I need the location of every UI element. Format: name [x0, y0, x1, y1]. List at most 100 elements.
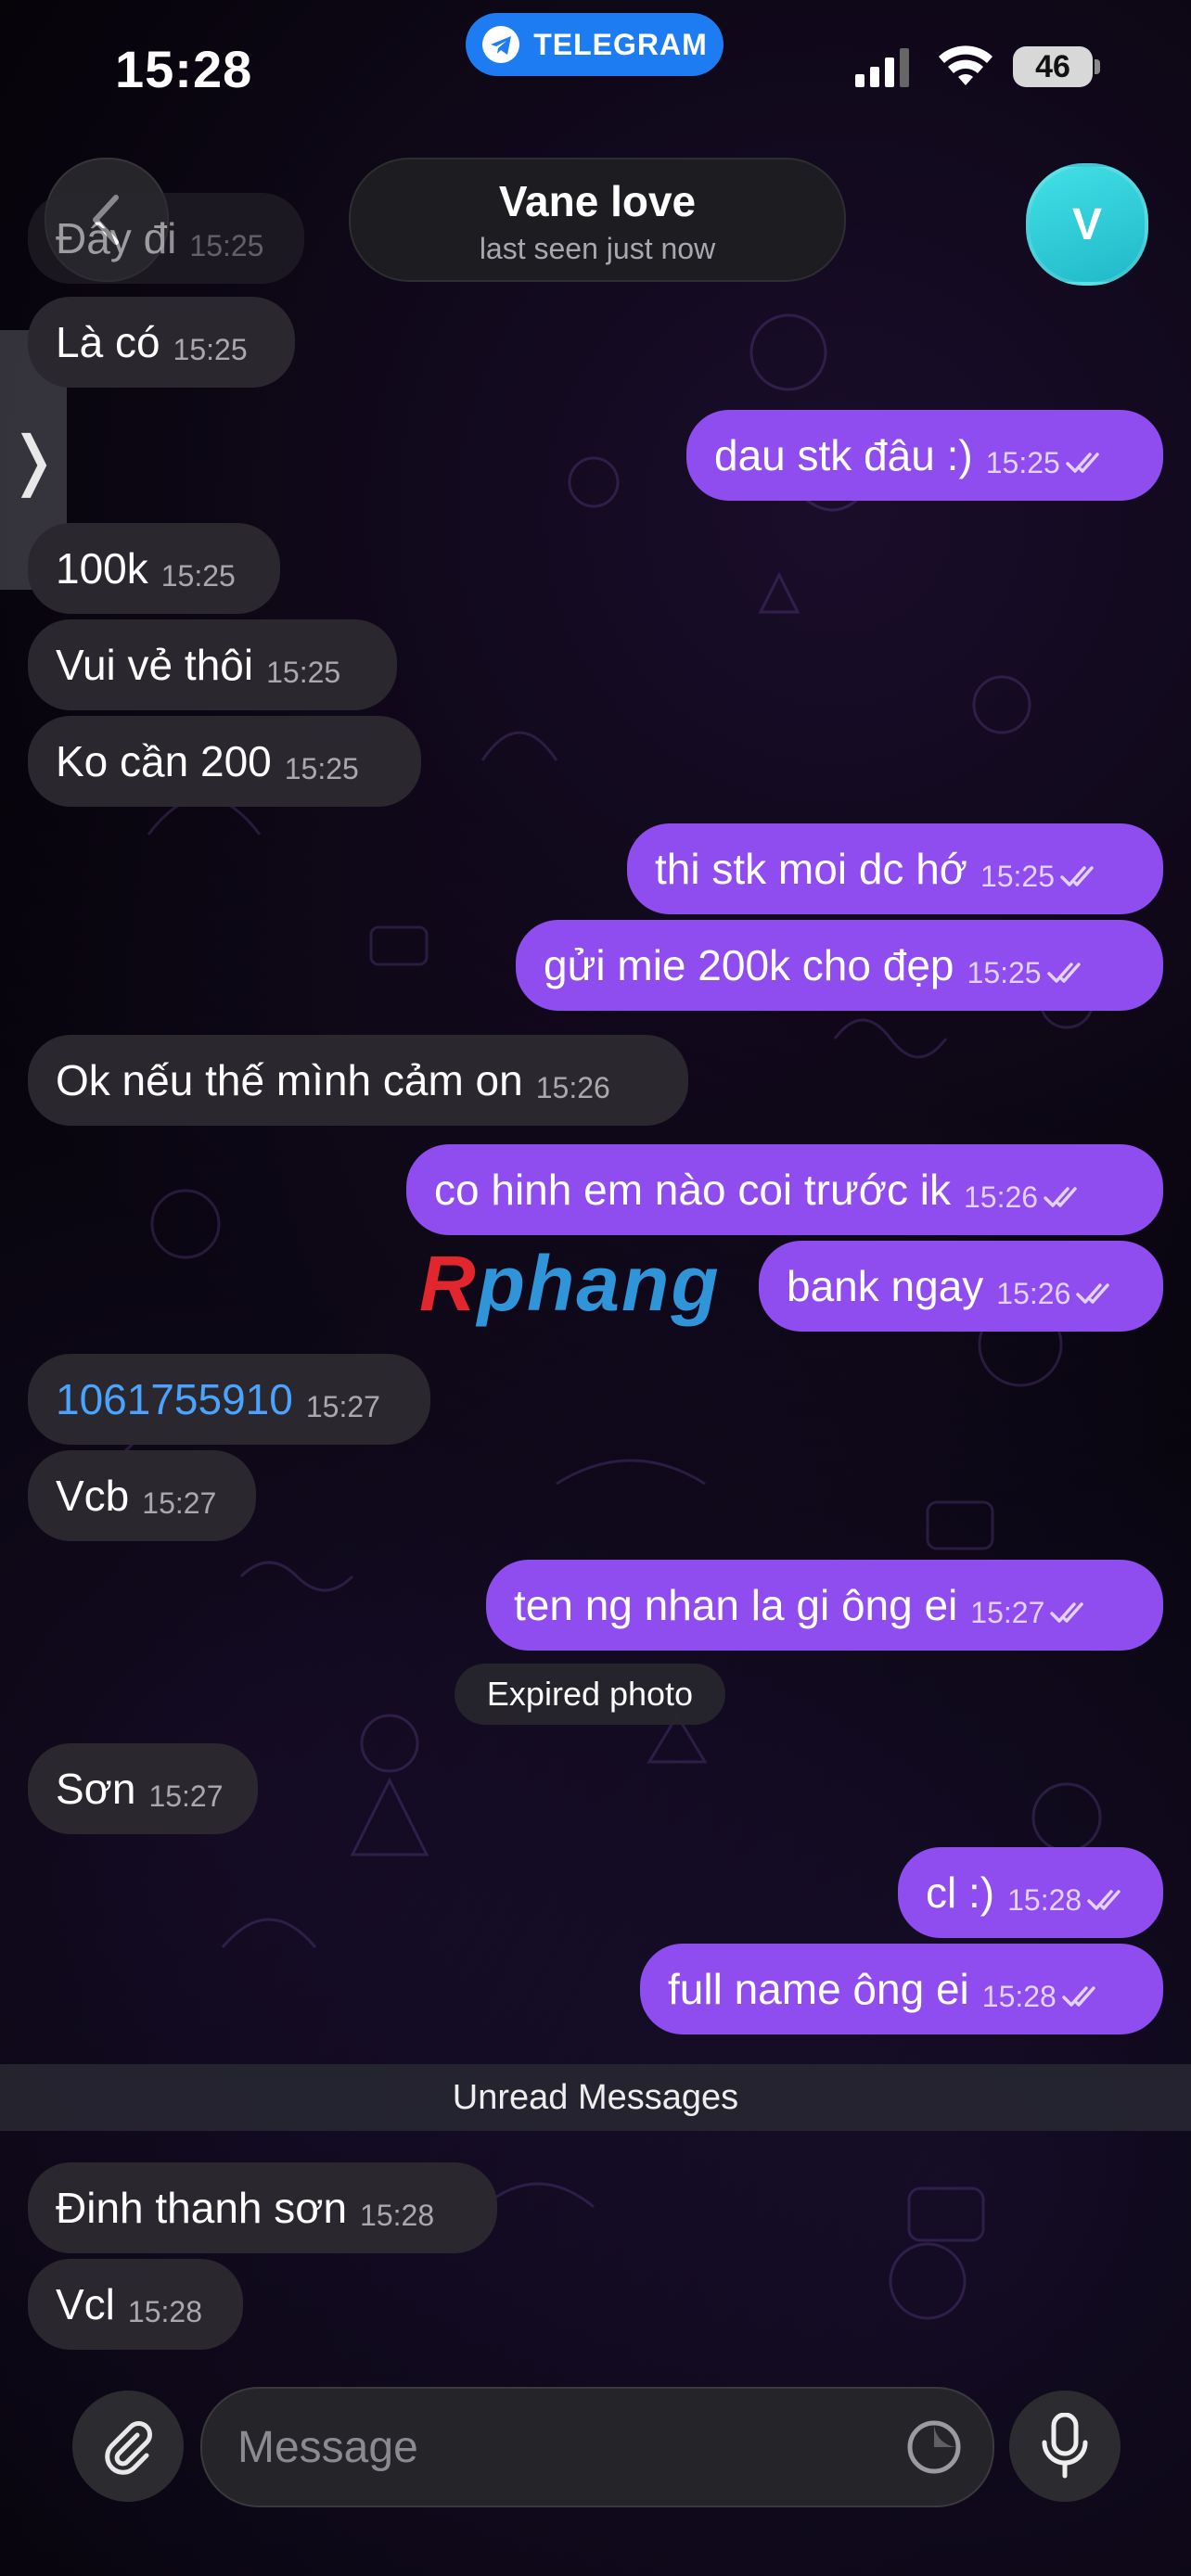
status-time: 15:28: [115, 40, 253, 98]
incoming-message-bubble[interactable]: Ko cần 200 15:25: [28, 716, 421, 807]
message-text: Ko cần 200: [56, 737, 272, 785]
message-time: 15:25: [980, 859, 1056, 893]
message-time: 15:28: [1007, 1882, 1082, 1917]
message-text: Vcl: [56, 2280, 115, 2328]
message-time: 15:28: [981, 1979, 1057, 2013]
message-time: 15:27: [142, 1486, 217, 1520]
message-meta: 15:26: [536, 1071, 610, 1105]
outgoing-message-bubble[interactable]: cl :) 15:28: [898, 1847, 1163, 1938]
message-time: 15:26: [996, 1276, 1071, 1310]
sticker-icon: [907, 2420, 961, 2474]
telegram-icon: [482, 26, 520, 63]
incoming-message-bubble[interactable]: Vcb 15:27: [28, 1450, 256, 1541]
message-text: Ok nếu thế mình cảm on: [56, 1056, 523, 1104]
incoming-message-bubble[interactable]: Sơn 15:27: [28, 1743, 258, 1834]
attach-button[interactable]: [72, 2391, 184, 2502]
message-time: 15:27: [148, 1779, 224, 1813]
incoming-message-bubble[interactable]: 100k 15:25: [28, 523, 280, 614]
message-time: 15:28: [127, 2294, 202, 2328]
outgoing-message-bubble[interactable]: bank ngay 15:26: [759, 1241, 1163, 1332]
message-time: 15:26: [535, 1070, 610, 1104]
incoming-message-bubble[interactable]: 1061755910 15:27: [28, 1354, 430, 1445]
chevron-right-icon: ❭: [6, 424, 61, 496]
message-text: Đây đi: [56, 214, 177, 262]
message-input[interactable]: [236, 2409, 870, 2485]
message-meta: 15:25: [980, 860, 1101, 894]
message-time: 15:28: [360, 2198, 435, 2232]
double-check-icon: [1050, 1602, 1084, 1623]
message-meta: 15:25: [986, 446, 1107, 480]
message-time: 15:26: [963, 1180, 1039, 1214]
message-time: 15:27: [305, 1389, 380, 1423]
message-meta: 15:25: [189, 229, 263, 263]
double-check-icon: [1087, 1890, 1121, 1910]
battery-indicator: 46: [1013, 46, 1093, 87]
message-meta: 15:25: [161, 559, 236, 593]
incoming-message-bubble[interactable]: Là có 15:25: [28, 297, 295, 388]
signal-icon: [855, 48, 909, 87]
outgoing-message-bubble[interactable]: full name ông ei 15:28: [640, 1944, 1163, 2034]
outgoing-message-bubble[interactable]: gửi mie 200k cho đẹp 15:25: [516, 920, 1163, 1011]
expired-photo-service-message: Expired photo: [455, 1664, 725, 1725]
sticker-button[interactable]: [903, 2417, 965, 2478]
message-text: Vcb: [56, 1472, 130, 1520]
message-text: Là có: [56, 318, 160, 366]
message-text: thi stk moi dc hớ: [655, 845, 967, 893]
message-text: Sơn: [56, 1765, 136, 1813]
message-text: ten ng nhan la gi ông ei: [514, 1581, 958, 1629]
message-time: 15:25: [284, 751, 359, 785]
message-text: cl :): [926, 1868, 995, 1917]
incoming-message-bubble[interactable]: Đinh thanh sơn 15:28: [28, 2162, 497, 2253]
outgoing-message-bubble[interactable]: dau stk đâu :) 15:25: [686, 410, 1163, 501]
double-check-icon: [1046, 963, 1081, 983]
message-text: bank ngay: [787, 1262, 984, 1310]
outgoing-message-bubble[interactable]: ten ng nhan la gi ông ei 15:27: [486, 1560, 1163, 1651]
contact-status: last seen just now: [479, 232, 716, 265]
message-meta: 15:25: [285, 752, 359, 786]
double-check-icon: [1062, 1986, 1095, 2007]
message-text[interactable]: 1061755910: [56, 1374, 293, 1424]
message-time: 15:25: [160, 558, 236, 593]
message-text: gửi mie 200k cho đẹp: [544, 941, 954, 989]
watermark: Rphang: [419, 1240, 721, 1327]
message-text: dau stk đâu :): [714, 431, 973, 479]
unread-messages-divider: Unread Messages: [0, 2064, 1191, 2131]
double-check-icon: [1076, 1283, 1110, 1304]
incoming-message-bubble[interactable]: Đây đi 15:25: [28, 193, 304, 284]
message-time: 15:25: [985, 445, 1060, 479]
message-field[interactable]: [200, 2387, 994, 2507]
message-text: Vui vẻ thôi: [56, 641, 254, 689]
app-pill-label: TELEGRAM: [533, 27, 708, 61]
chat-title[interactable]: Vane love last seen just now: [349, 158, 846, 282]
message-meta: 15:26: [964, 1180, 1084, 1215]
message-meta: 15:28: [982, 1980, 1103, 2014]
telegram-app-pill[interactable]: TELEGRAM: [466, 13, 724, 76]
message-time: 15:27: [970, 1595, 1045, 1629]
outgoing-message-bubble[interactable]: thi stk moi dc hớ 15:25: [627, 823, 1163, 914]
message-meta: 15:25: [967, 956, 1088, 990]
outgoing-message-bubble[interactable]: co hinh em nào coi trước ik 15:26: [406, 1144, 1163, 1235]
incoming-message-bubble[interactable]: Vui vẻ thôi 15:25: [28, 619, 397, 710]
mic-icon: [1042, 2413, 1088, 2479]
wifi-icon: [939, 45, 992, 85]
avatar[interactable]: V: [1026, 163, 1148, 286]
message-meta: 15:28: [1007, 1883, 1128, 1918]
voice-record-button[interactable]: [1009, 2391, 1121, 2502]
message-text: full name ông ei: [668, 1965, 969, 2013]
incoming-message-bubble[interactable]: Vcl 15:28: [28, 2259, 243, 2350]
message-meta: 15:27: [306, 1390, 380, 1424]
incoming-message-bubble[interactable]: Ok nếu thế mình cảm on 15:26: [28, 1035, 688, 1126]
attach-icon: [105, 2421, 152, 2475]
status-bar: 15:28 TELEGRAM 46: [0, 0, 1191, 139]
message-time: 15:25: [189, 228, 264, 262]
battery-tip: [1095, 59, 1100, 74]
message-meta: 15:27: [148, 1779, 223, 1814]
message-time: 15:25: [967, 955, 1042, 989]
message-text: co hinh em nào coi trước ik: [434, 1166, 951, 1214]
message-meta: 15:25: [266, 656, 340, 690]
double-check-icon: [1044, 1187, 1077, 1207]
message-meta: 15:27: [142, 1486, 216, 1521]
message-time: 15:25: [173, 332, 248, 366]
contact-name: Vane love: [498, 177, 697, 225]
message-meta: 15:27: [970, 1596, 1091, 1630]
